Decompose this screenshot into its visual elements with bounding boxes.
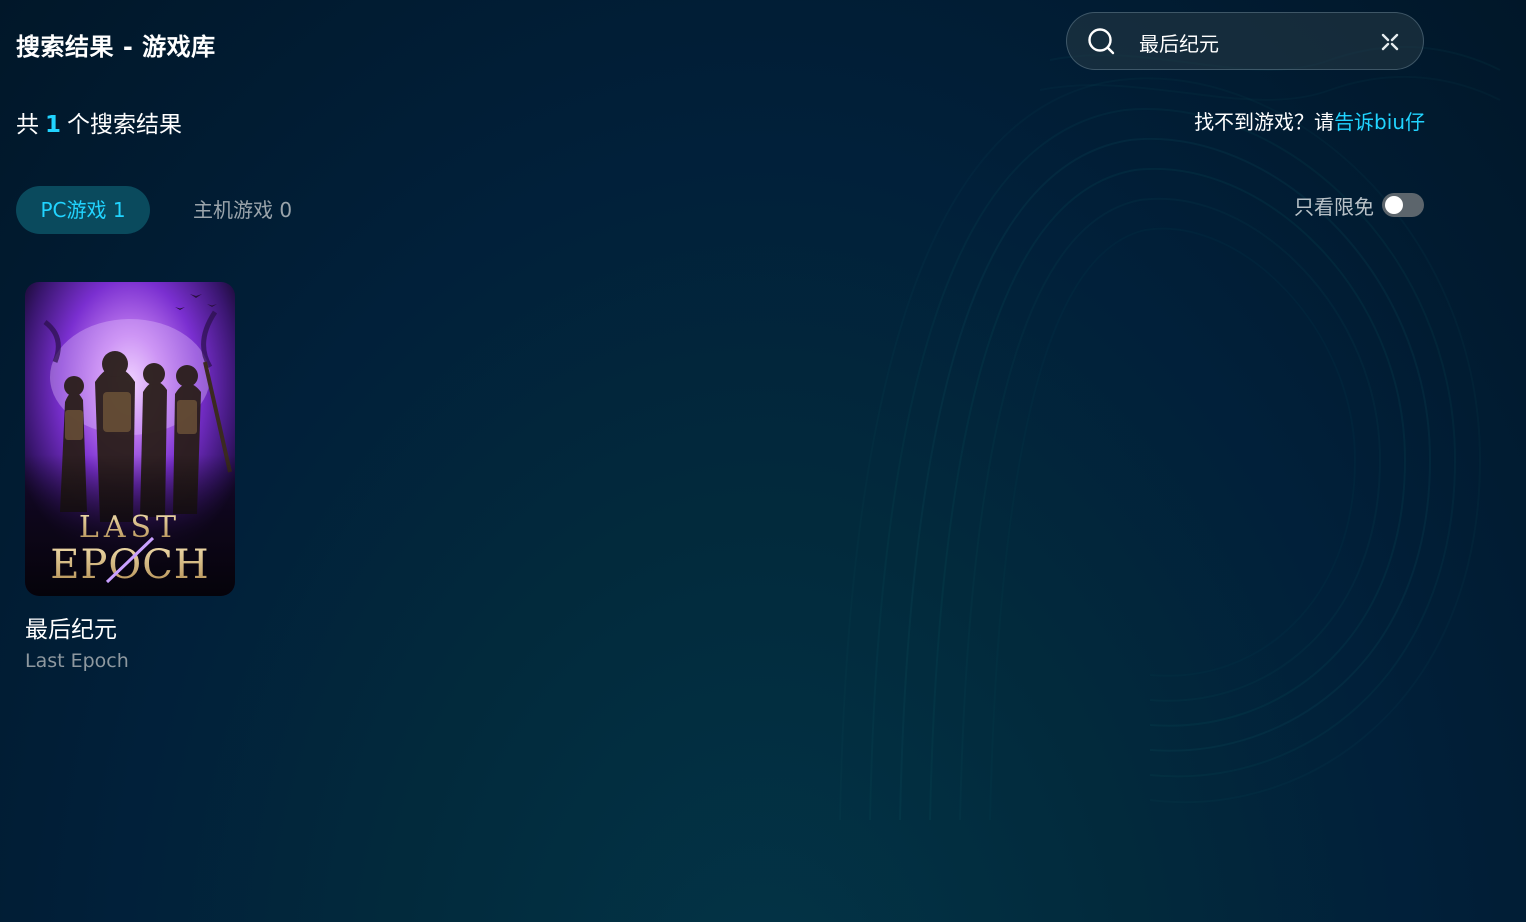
game-cover-image[interactable]: LAST EPOCH <box>25 282 235 596</box>
search-box[interactable] <box>1066 12 1424 70</box>
feedback-prompt: 找不到游戏？请告诉biu仔 <box>1194 106 1425 135</box>
close-icon[interactable] <box>1379 31 1401 53</box>
cover-title-top: LAST <box>79 510 181 545</box>
free-only-filter[interactable]: 只看限免 <box>1294 190 1424 220</box>
feedback-text: 找不到游戏？请 <box>1194 110 1335 134</box>
tab-pc-games[interactable]: PC游戏 1 <box>16 186 150 234</box>
result-count-prefix: 共 <box>16 112 39 138</box>
game-title-cn[interactable]: 最后纪元 <box>25 610 235 644</box>
page-title: 搜索结果 - 游戏库 <box>16 33 216 61</box>
free-only-toggle[interactable] <box>1382 193 1424 217</box>
free-only-label: 只看限免 <box>1294 194 1374 219</box>
search-icon[interactable] <box>1087 27 1117 57</box>
cover-title-bottom: EPOCH <box>50 542 209 588</box>
result-count: 共 1 个搜索结果 <box>16 105 182 139</box>
feedback-link[interactable]: 告诉biu仔 <box>1334 110 1425 134</box>
result-count-suffix: 个搜索结果 <box>67 112 183 138</box>
search-input[interactable] <box>1139 25 1359 59</box>
game-card[interactable]: LAST EPOCH 最后纪元 Last Epoch <box>25 282 235 672</box>
tab-console-games[interactable]: 主机游戏 0 <box>193 186 292 234</box>
game-title-en: Last Epoch <box>25 650 129 672</box>
toggle-knob <box>1385 196 1403 214</box>
result-count-number: 1 <box>45 112 62 138</box>
